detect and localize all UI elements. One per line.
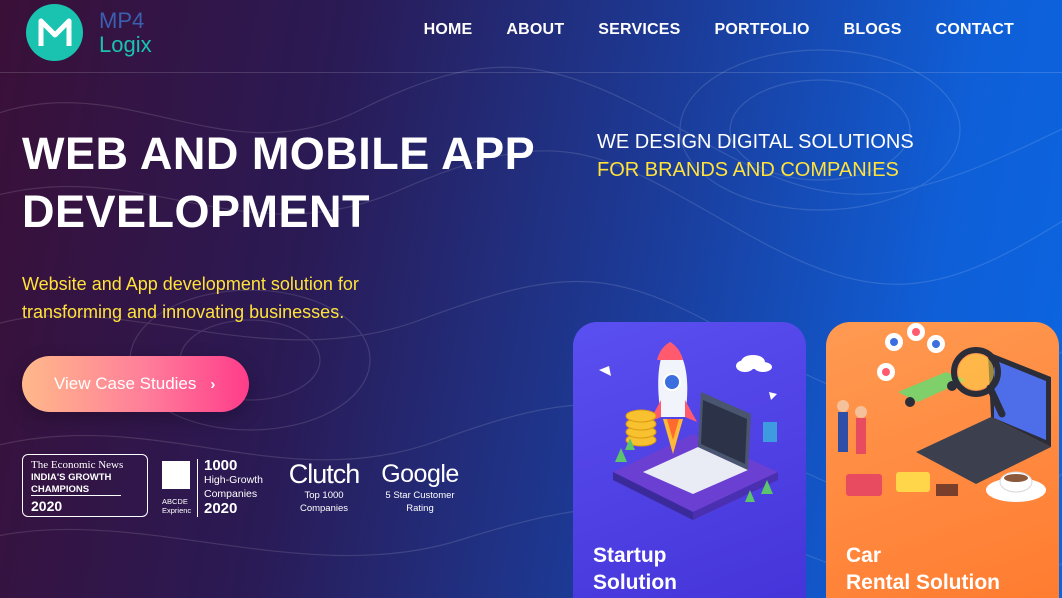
nav-blogs[interactable]: BLOGS (844, 21, 902, 39)
econ-line2: CHAMPIONS (31, 484, 90, 495)
econ-line1: INDIA'S GROWTH (31, 472, 112, 483)
clutch-logo: Clutch (288, 459, 361, 489)
google-logo: Google (381, 460, 459, 488)
car-title-line2: Rental Solution (846, 571, 1000, 594)
high-growth-number: 1000 (204, 457, 238, 474)
company-abbr-line2: Exprienc (162, 506, 192, 515)
nav-contact[interactable]: CONTACT (936, 21, 1014, 39)
nav-home[interactable]: HOME (424, 21, 473, 39)
high-growth-desc1: High-Growth (204, 474, 263, 486)
clutch-badge: Clutch Top 1000 Companies (284, 459, 364, 515)
tagline: WE DESIGN DIGITAL SOLUTIONS FOR BRANDS A… (597, 128, 914, 184)
startup-solution-card[interactable]: Startup Solution (573, 322, 806, 598)
high-growth-year: 2020 (204, 500, 238, 517)
google-line1: 5 Star Customer (385, 490, 455, 501)
badge-divider (197, 459, 198, 517)
brand-logo[interactable]: MP4 Logix (26, 4, 152, 61)
nav-about[interactable]: ABOUT (506, 21, 564, 39)
hero-title-line2: DEVELOPMENT (22, 186, 371, 237)
company-abbr: ABCDE Exprienc (162, 497, 191, 515)
car-rental-solution-card[interactable]: Car Rental Solution (826, 322, 1059, 598)
clutch-line1: Top 1000 (304, 490, 344, 501)
view-case-studies-button[interactable]: View Case Studies › (22, 356, 249, 412)
google-badge: Google 5 Star Customer Rating (379, 459, 461, 515)
hero-title-line1: WEB AND MOBILE APP (22, 128, 536, 179)
econ-source: The Economic News (31, 459, 124, 471)
high-growth-desc2: Companies (204, 488, 258, 500)
company-abbr-line1: ABCDE (162, 497, 188, 506)
brand-name-line1: MP4 (99, 7, 145, 33)
company-logo-icon (162, 461, 190, 489)
car-title-line1: Car (846, 544, 882, 567)
high-growth-text: 1000 High-Growth Companies 2020 (204, 457, 263, 517)
econ-year: 2020 (31, 498, 63, 514)
econ-divider (31, 495, 121, 496)
main-nav: HOME ABOUT SERVICES PORTFOLIO BLOGS CONT… (424, 21, 1014, 39)
car-rental-illustration (837, 323, 1051, 502)
brand-name: MP4 Logix (99, 7, 152, 57)
logo-mark-icon (26, 4, 83, 61)
car-card-title: Car Rental Solution (846, 542, 1000, 596)
nav-services[interactable]: SERVICES (598, 21, 680, 39)
tagline-line2: FOR BRANDS AND COMPANIES (597, 159, 899, 181)
clutch-line2: Companies (299, 503, 349, 514)
rocket-laptop-illustration (599, 342, 778, 520)
brand-name-line2: Logix (99, 31, 152, 57)
high-growth-badge: ABCDE Exprienc 1000 High-Growth Companie… (162, 457, 272, 517)
startup-title-line1: Startup (593, 544, 667, 567)
tagline-line1: WE DESIGN DIGITAL SOLUTIONS (597, 131, 914, 153)
hero-title: WEB AND MOBILE APP DEVELOPMENT (22, 125, 562, 241)
startup-card-title: Startup Solution (593, 542, 677, 596)
cta-label: View Case Studies (54, 374, 197, 393)
chevron-right-icon: › (210, 375, 216, 393)
hero-subtitle: Website and App development solution for… (22, 274, 359, 322)
startup-title-line2: Solution (593, 571, 677, 594)
nav-portfolio[interactable]: PORTFOLIO (715, 21, 810, 39)
site-header: MP4 Logix HOME ABOUT SERVICES PORTFOLIO … (0, 0, 1062, 73)
google-line2: Rating (406, 503, 434, 514)
economic-news-badge: The Economic News INDIA'S GROWTH CHAMPIO… (22, 454, 148, 517)
